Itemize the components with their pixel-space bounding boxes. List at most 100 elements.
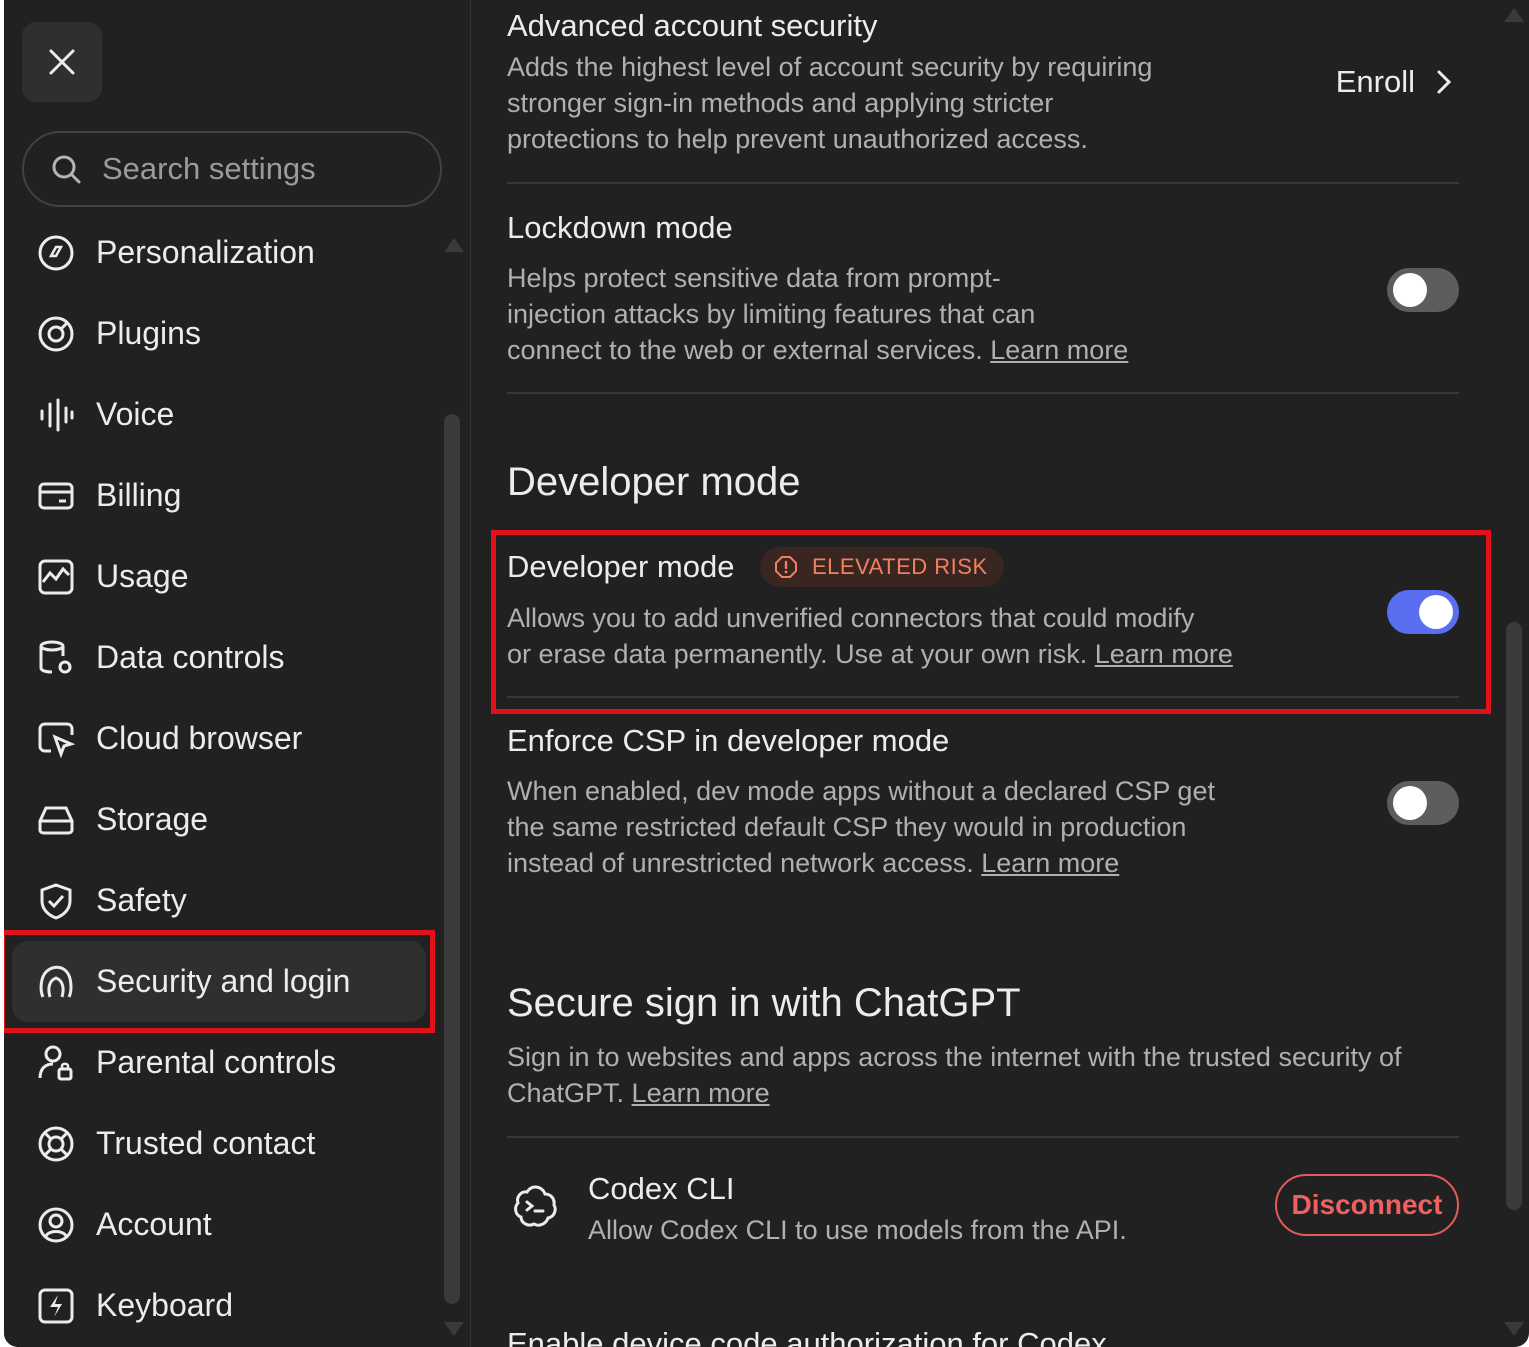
search-input[interactable] <box>100 150 424 188</box>
sidebar-item-label: Trusted contact <box>96 1125 316 1161</box>
sidebar-item-label: Usage <box>96 558 189 594</box>
desc-text: connect to the web or external services. <box>507 335 991 365</box>
desc-line: Helps protect sensitive data from prompt… <box>507 263 1001 293</box>
divider <box>507 696 1459 698</box>
lockdown-learn-more-link[interactable]: Learn more <box>990 335 1128 365</box>
desc-text: ChatGPT. <box>507 1078 632 1108</box>
search-settings[interactable] <box>22 131 442 207</box>
sidebar-item-label: Data controls <box>96 639 285 675</box>
advanced-security-title: Advanced account security <box>507 8 878 43</box>
sidebar-scrollbar[interactable] <box>444 414 460 1304</box>
sidebar-item-label: Security and login <box>96 963 351 999</box>
content-scroll-down[interactable] <box>1504 1322 1524 1336</box>
account-icon <box>36 1205 76 1245</box>
desc-line: When enabled, dev mode apps without a de… <box>507 776 1215 806</box>
developer-mode-description: Allows you to add unverified connectors … <box>507 600 1267 672</box>
sidebar-item-security-and-login[interactable]: Security and login <box>12 941 426 1022</box>
divider <box>507 1136 1459 1138</box>
sidebar-item-voice[interactable]: Voice <box>12 374 426 455</box>
sidebar-item-billing[interactable]: Billing <box>12 455 426 536</box>
lifebuoy-icon <box>36 1124 76 1164</box>
sidebar-item-plugins[interactable]: Plugins <box>12 293 426 374</box>
desc-line: stronger sign-in methods and applying st… <box>507 88 1054 118</box>
plugins-icon <box>36 314 76 354</box>
sidebar-item-data-controls[interactable]: Data controls <box>12 617 426 698</box>
sidebar-item-label: Storage <box>96 801 209 837</box>
sidebar-item-label: Safety <box>96 882 187 918</box>
sidebar-item-label: Personalization <box>96 234 315 270</box>
csp-learn-more-link[interactable]: Learn more <box>981 848 1119 878</box>
developer-mode-toggle[interactable] <box>1387 590 1459 634</box>
voice-icon <box>36 395 76 435</box>
enforce-csp-toggle[interactable] <box>1387 781 1459 825</box>
parental-controls-icon <box>36 1043 76 1083</box>
personalization-icon <box>36 233 76 273</box>
desc-line: ChatGPT. Learn more <box>507 1075 1447 1111</box>
codex-cli-title: Codex CLI <box>588 1171 735 1206</box>
sidebar-item-trusted-contact[interactable]: Trusted contact <box>12 1103 426 1184</box>
desc-text: or erase data permanently. Use at your o… <box>507 639 1095 669</box>
sidebar-nav: Personalization Plugins Voice Billing Us… <box>12 212 426 1346</box>
content-scrollbar[interactable] <box>1506 622 1522 1210</box>
keyboard-icon <box>36 1286 76 1326</box>
desc-line: Sign in to websites and apps across the … <box>507 1042 1402 1072</box>
sidebar-scroll-up[interactable] <box>444 238 464 252</box>
codex-cli-logo <box>511 1182 559 1230</box>
device-code-auth-title: Enable device code authorization for Cod… <box>507 1326 1107 1347</box>
sidebar-scroll-down[interactable] <box>444 1322 464 1336</box>
settings-window: Personalization Plugins Voice Billing <box>4 0 1529 1347</box>
toggle-knob <box>1393 273 1427 307</box>
settings-content: Advanced account security Adds the highe… <box>507 0 1459 1347</box>
sidebar-item-label: Parental controls <box>96 1044 337 1080</box>
desc-text: instead of unrestricted network access. <box>507 848 982 878</box>
desc-line: protections to help prevent unauthorized… <box>507 124 1088 154</box>
chevron-right-icon <box>1437 70 1452 94</box>
lockdown-mode-title: Lockdown mode <box>507 210 733 245</box>
sidebar-item-storage[interactable]: Storage <box>12 779 426 860</box>
toggle-knob <box>1393 786 1427 820</box>
sidebar-item-label: Cloud browser <box>96 720 303 756</box>
desc-line: connect to the web or external services.… <box>507 332 1207 368</box>
enroll-button[interactable]: Enroll <box>1336 64 1459 100</box>
sidebar-item-label: Keyboard <box>96 1287 233 1323</box>
lockdown-mode-toggle[interactable] <box>1387 268 1459 312</box>
sidebar-item-cloud-browser[interactable]: Cloud browser <box>12 698 426 779</box>
disconnect-button[interactable]: Disconnect <box>1275 1174 1459 1236</box>
developer-learn-more-link[interactable]: Learn more <box>1095 639 1233 669</box>
data-controls-icon <box>36 638 76 678</box>
advanced-security-description: Adds the highest level of account securi… <box>507 49 1207 157</box>
desc-line: Adds the highest level of account securi… <box>507 52 1153 82</box>
sidebar-item-account[interactable]: Account <box>12 1184 426 1265</box>
settings-sidebar: Personalization Plugins Voice Billing <box>4 0 471 1347</box>
divider <box>507 182 1459 184</box>
billing-icon <box>36 476 76 516</box>
warning-icon <box>775 556 797 578</box>
storage-icon <box>36 800 76 840</box>
enforce-csp-title: Enforce CSP in developer mode <box>507 723 950 758</box>
content-scroll-up[interactable] <box>1504 8 1524 22</box>
desc-line: instead of unrestricted network access. … <box>507 845 1267 881</box>
sidebar-item-personalization[interactable]: Personalization <box>12 212 426 293</box>
sidebar-item-safety[interactable]: Safety <box>12 860 426 941</box>
desc-line: Allows you to add unverified connectors … <box>507 603 1195 633</box>
developer-mode-title: Developer mode <box>507 549 735 584</box>
shield-icon <box>36 881 76 921</box>
sidebar-item-label: Plugins <box>96 315 201 351</box>
badge-label: ELEVATED RISK <box>812 554 988 579</box>
sidebar-item-usage[interactable]: Usage <box>12 536 426 617</box>
close-icon <box>49 49 75 75</box>
secure-signin-learn-more-link[interactable]: Learn more <box>632 1078 770 1108</box>
secure-signin-section-title: Secure sign in with ChatGPT <box>507 981 1021 1025</box>
sidebar-item-label: Voice <box>96 396 175 432</box>
close-button[interactable] <box>22 22 102 102</box>
sidebar-item-parental-controls[interactable]: Parental controls <box>12 1022 426 1103</box>
toggle-knob <box>1419 595 1453 629</box>
desc-line: injection attacks by limiting features t… <box>507 299 1036 329</box>
usage-icon <box>36 557 76 597</box>
sidebar-item-keyboard[interactable]: Keyboard <box>12 1265 426 1346</box>
enforce-csp-description: When enabled, dev mode apps without a de… <box>507 773 1267 881</box>
elevated-risk-badge: ELEVATED RISK <box>760 547 1004 587</box>
sidebar-item-label: Billing <box>96 477 182 513</box>
developer-section-title: Developer mode <box>507 460 801 504</box>
lockdown-mode-description: Helps protect sensitive data from prompt… <box>507 260 1207 368</box>
